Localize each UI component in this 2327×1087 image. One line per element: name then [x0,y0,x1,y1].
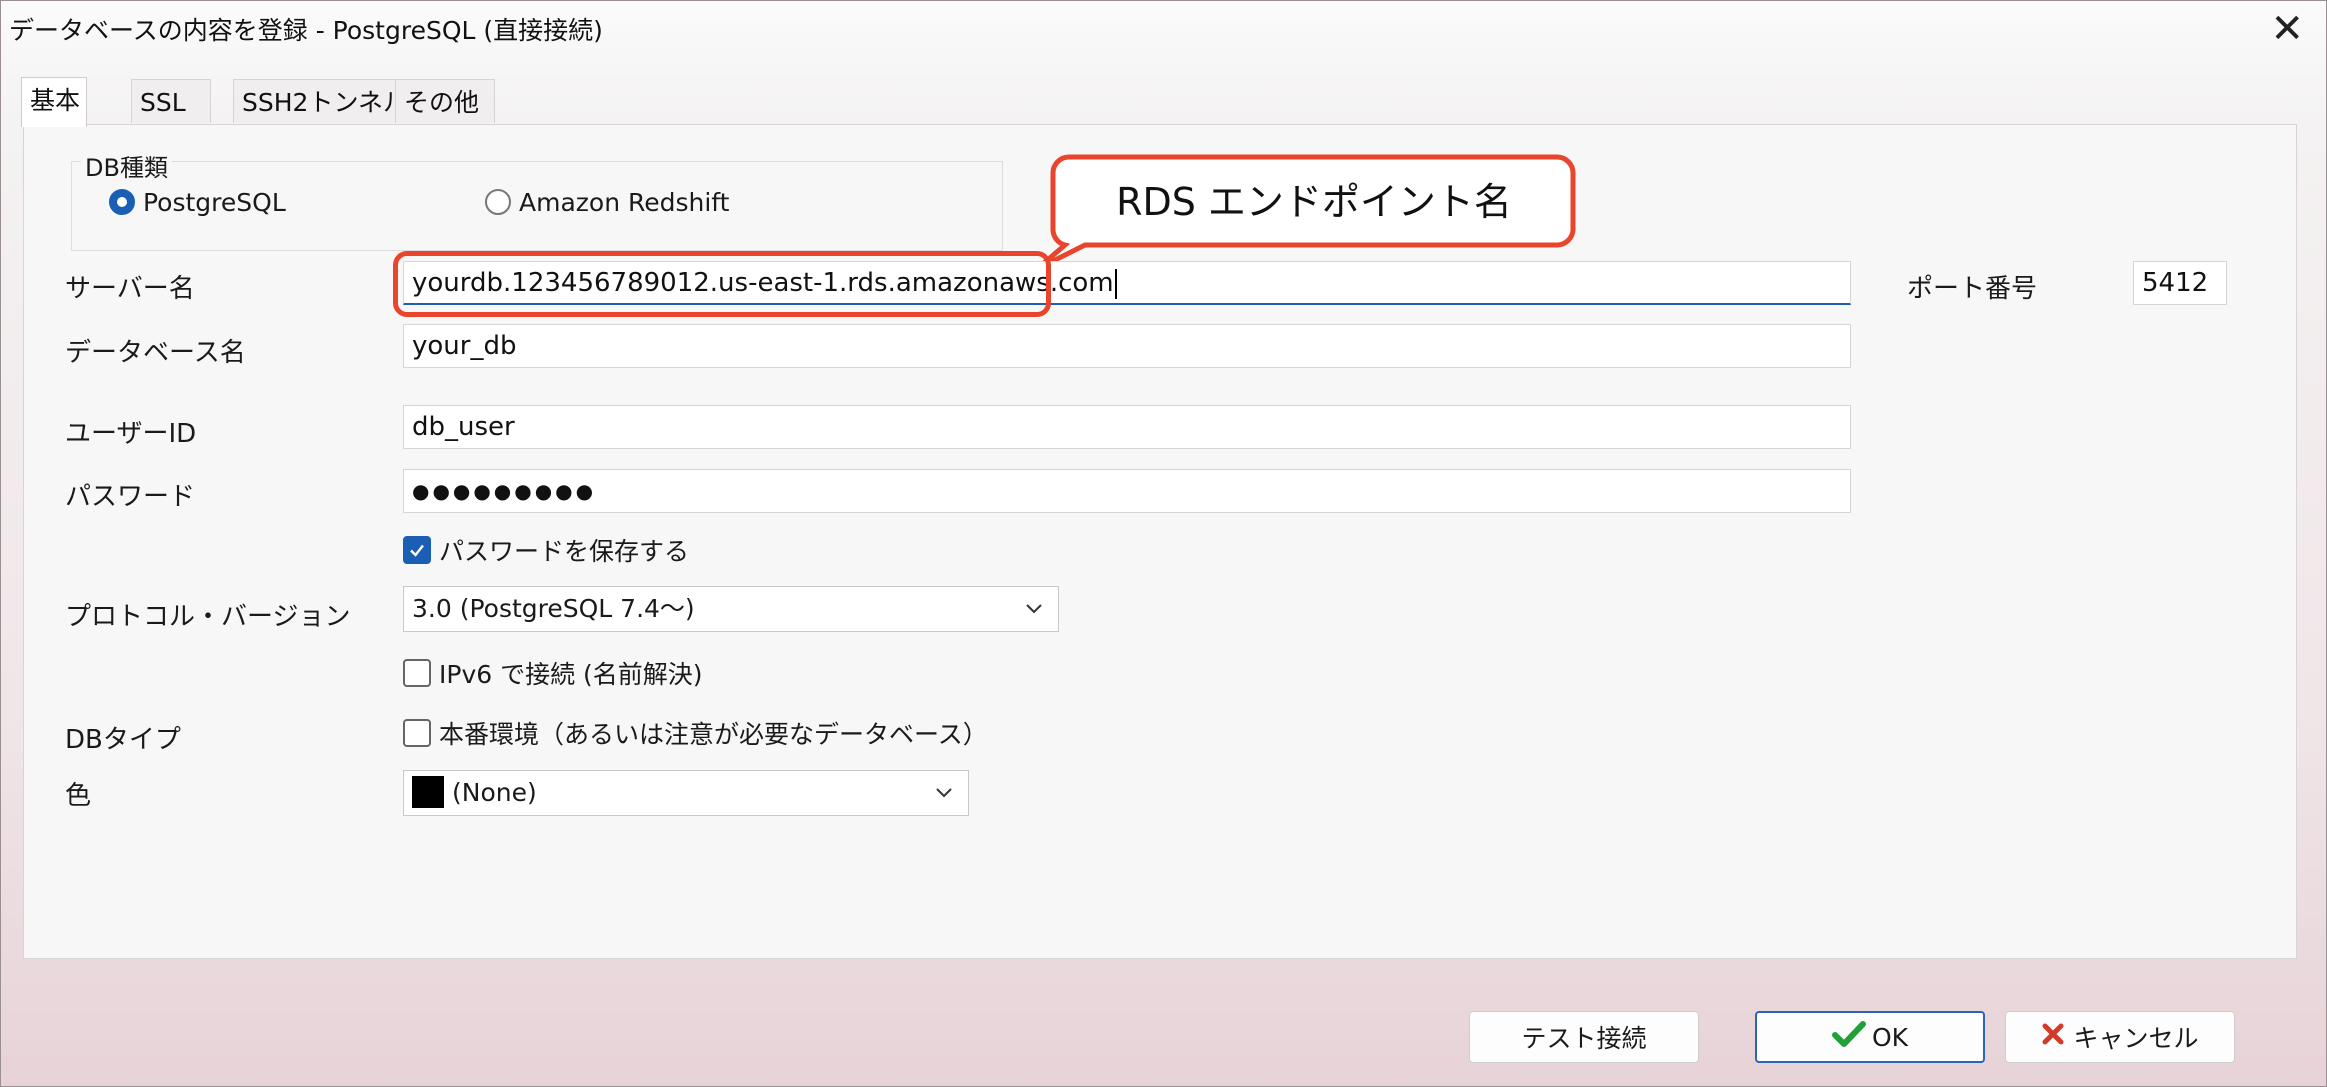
database-name-input[interactable]: your_db [403,324,1851,368]
tab-basic[interactable]: 基本 [21,77,87,127]
radio-amazon-redshift[interactable]: Amazon Redshift [485,185,729,219]
ipv6-label: IPv6 で接続 (名前解決) [439,660,703,689]
close-icon[interactable]: ✕ [2270,5,2304,53]
chevron-down-icon [1024,587,1044,645]
protocol-version-value: 3.0 (PostgreSQL 7.4〜) [412,594,695,623]
user-id-label: ユーザーID [65,419,197,449]
color-label: 色 [65,781,92,811]
radio-postgresql-label: PostgreSQL [143,187,286,217]
checkbox-empty-icon [403,719,431,747]
server-name-label: サーバー名 [65,274,195,304]
checkmark-icon [403,536,431,564]
test-connection-label: テスト接続 [1521,1024,1647,1053]
db-type-label: DBタイプ [65,725,181,755]
tab-ssl[interactable]: SSL [131,79,211,123]
color-select[interactable]: (None) [403,770,969,816]
save-password-label: パスワードを保存する [439,537,690,566]
radio-amazon-redshift-label: Amazon Redshift [519,187,730,217]
password-label: パスワード [65,482,196,512]
password-input[interactable]: ●●●●●●●●● [403,469,1851,513]
database-name-label: データベース名 [65,338,246,368]
chevron-down-icon [934,771,954,829]
user-id-input[interactable]: db_user [403,405,1851,449]
callout-text: RDS エンドポイント名 [1116,180,1512,224]
cancel-label: キャンセル [2073,1024,2199,1053]
protocol-version-select[interactable]: 3.0 (PostgreSQL 7.4〜) [403,586,1059,632]
dialog-window: データベースの内容を登録 - PostgreSQL (直接接続) ✕ 基本 SS… [0,0,2327,1087]
checkbox-empty-icon [403,659,431,687]
production-checkbox[interactable]: 本番環境（あるいは注意が必要なデータベース） [403,716,988,750]
red-x-icon [2041,1022,2065,1052]
ok-button[interactable]: OK [1755,1011,1985,1063]
tab-ssh2-tunnel[interactable]: SSH2トンネル [233,79,409,123]
title-bar: データベースの内容を登録 - PostgreSQL (直接接続) ✕ [1,1,2326,57]
production-label: 本番環境（あるいは注意が必要なデータベース） [439,720,988,749]
text-caret [1114,268,1117,299]
port-label: ポート番号 [1907,274,2038,304]
color-swatch [412,776,444,808]
test-connection-button[interactable]: テスト接続 [1469,1011,1699,1063]
ipv6-checkbox[interactable]: IPv6 で接続 (名前解決) [403,656,703,690]
tab-other[interactable]: その他 [395,79,495,123]
ok-label: OK [1871,1022,1909,1052]
green-check-icon [1831,1020,1866,1054]
highlight-box [393,251,1051,317]
radio-selected-icon [109,189,135,215]
save-password-checkbox[interactable]: パスワードを保存する [403,533,689,567]
protocol-version-label: プロトコル・バージョン [65,602,351,632]
radio-postgresql[interactable]: PostgreSQL [109,185,286,219]
radio-unselected-icon [485,189,511,215]
cancel-button[interactable]: キャンセル [2005,1011,2235,1063]
db-kind-label: DB種類 [81,148,172,183]
color-value: (None) [452,778,537,807]
port-input[interactable]: 5412 [2133,261,2227,305]
window-title: データベースの内容を登録 - PostgreSQL (直接接続) [9,16,603,45]
